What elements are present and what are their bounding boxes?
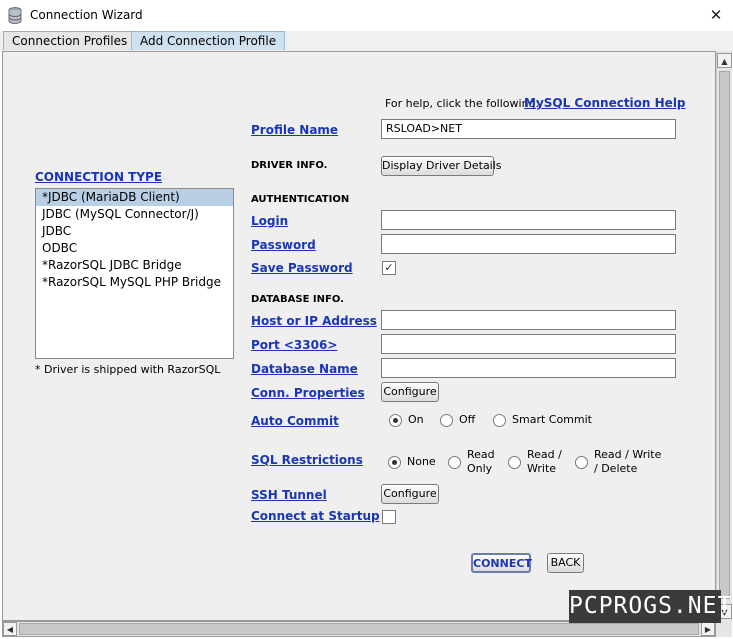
radio-selected-dot: [393, 418, 398, 423]
sql-restriction-read-write-delete-label: Read / Write / Delete: [594, 448, 662, 475]
back-button[interactable]: BACK: [547, 553, 584, 573]
password-label[interactable]: Password: [251, 238, 316, 252]
database-info-label: DATABASE INFO.: [251, 294, 344, 305]
connection-type-list[interactable]: *JDBC (MariaDB Client) JDBC (MySQL Conne…: [35, 188, 234, 359]
database-name-input[interactable]: [381, 358, 676, 378]
profile-name-label[interactable]: Profile Name: [251, 123, 338, 137]
sql-restriction-read-write-delete-radio[interactable]: [575, 456, 588, 469]
ssh-tunnel-label[interactable]: SSH Tunnel: [251, 488, 327, 502]
title-bar: Connection Wizard ✕: [0, 0, 733, 31]
auto-commit-label[interactable]: Auto Commit: [251, 414, 339, 428]
connect-button[interactable]: CONNECT: [471, 553, 532, 573]
window-title: Connection Wizard: [30, 8, 143, 22]
host-label[interactable]: Host or IP Address: [251, 314, 377, 328]
profile-name-input[interactable]: RSLOAD>NET: [381, 119, 676, 139]
sql-restriction-none-radio[interactable]: [388, 456, 401, 469]
tab-add-connection-profile[interactable]: Add Connection Profile: [131, 31, 286, 50]
sql-restriction-read-only-label: Read Only: [467, 448, 495, 475]
list-item[interactable]: ODBC: [36, 240, 233, 257]
radio-selected-dot: [392, 460, 397, 465]
scroll-left-icon[interactable]: ◀: [3, 622, 17, 636]
connect-at-startup-checkbox[interactable]: [382, 510, 396, 524]
list-item[interactable]: JDBC: [36, 223, 233, 240]
display-driver-details-button[interactable]: Display Driver Details: [381, 156, 502, 176]
sql-restrictions-label[interactable]: SQL Restrictions: [251, 453, 363, 467]
list-item[interactable]: *RazorSQL JDBC Bridge: [36, 257, 233, 274]
database-name-label[interactable]: Database Name: [251, 362, 358, 376]
auto-commit-on-label: On: [408, 413, 424, 426]
list-item[interactable]: *JDBC (MariaDB Client): [36, 189, 233, 206]
sql-restriction-read-only-radio[interactable]: [448, 456, 461, 469]
scroll-up-icon[interactable]: ▲: [717, 53, 732, 68]
conn-properties-label[interactable]: Conn. Properties: [251, 386, 365, 400]
auto-commit-off-label: Off: [459, 413, 476, 426]
password-input[interactable]: [381, 234, 676, 254]
list-item[interactable]: JDBC (MySQL Connector/J): [36, 206, 233, 223]
auto-commit-off-radio[interactable]: [440, 414, 453, 427]
horizontal-scrollbar[interactable]: ◀ ▶: [2, 621, 716, 637]
login-label[interactable]: Login: [251, 214, 288, 228]
host-input[interactable]: [381, 310, 676, 330]
mysql-help-link[interactable]: MySQL Connection Help: [524, 96, 686, 110]
horizontal-scroll-thumb[interactable]: [19, 623, 699, 635]
auto-commit-on-radio[interactable]: [389, 414, 402, 427]
port-input[interactable]: [381, 334, 676, 354]
driver-info-label: DRIVER INFO.: [251, 160, 328, 171]
driver-shipped-note: * Driver is shipped with RazorSQL: [35, 363, 221, 376]
sql-restriction-none-label: None: [407, 455, 436, 468]
sql-restriction-read-write-label: Read / Write: [527, 448, 562, 475]
database-icon: [8, 7, 22, 24]
scrollbar-corner: [716, 621, 732, 637]
login-input[interactable]: [381, 210, 676, 230]
main-panel: For help, click the following: MySQL Con…: [2, 51, 716, 621]
sql-restriction-read-write-radio[interactable]: [508, 456, 521, 469]
authentication-label: AUTHENTICATION: [251, 194, 350, 205]
conn-properties-configure-button[interactable]: Configure: [381, 382, 439, 402]
watermark: PCPROGS.NET: [569, 590, 731, 623]
help-prompt: For help, click the following:: [385, 97, 540, 110]
save-password-checkbox[interactable]: ✓: [382, 261, 396, 275]
vertical-scroll-thumb[interactable]: [719, 71, 730, 599]
ssh-tunnel-configure-button[interactable]: Configure: [381, 484, 439, 504]
tab-bar: Connection Profiles Add Connection Profi…: [0, 31, 733, 51]
auto-commit-smart-label: Smart Commit: [512, 413, 592, 426]
list-item[interactable]: *RazorSQL MySQL PHP Bridge: [36, 274, 233, 291]
save-password-label[interactable]: Save Password: [251, 261, 353, 275]
connect-at-startup-label[interactable]: Connect at Startup: [251, 509, 380, 523]
port-label[interactable]: Port <3306>: [251, 338, 337, 352]
scroll-right-icon[interactable]: ▶: [701, 622, 715, 636]
auto-commit-smart-radio[interactable]: [493, 414, 506, 427]
tab-connection-profiles[interactable]: Connection Profiles: [3, 31, 137, 50]
connection-type-heading[interactable]: CONNECTION TYPE: [35, 170, 162, 184]
close-icon[interactable]: ✕: [699, 0, 733, 31]
vertical-scrollbar[interactable]: ▲ ▼: [716, 51, 732, 621]
